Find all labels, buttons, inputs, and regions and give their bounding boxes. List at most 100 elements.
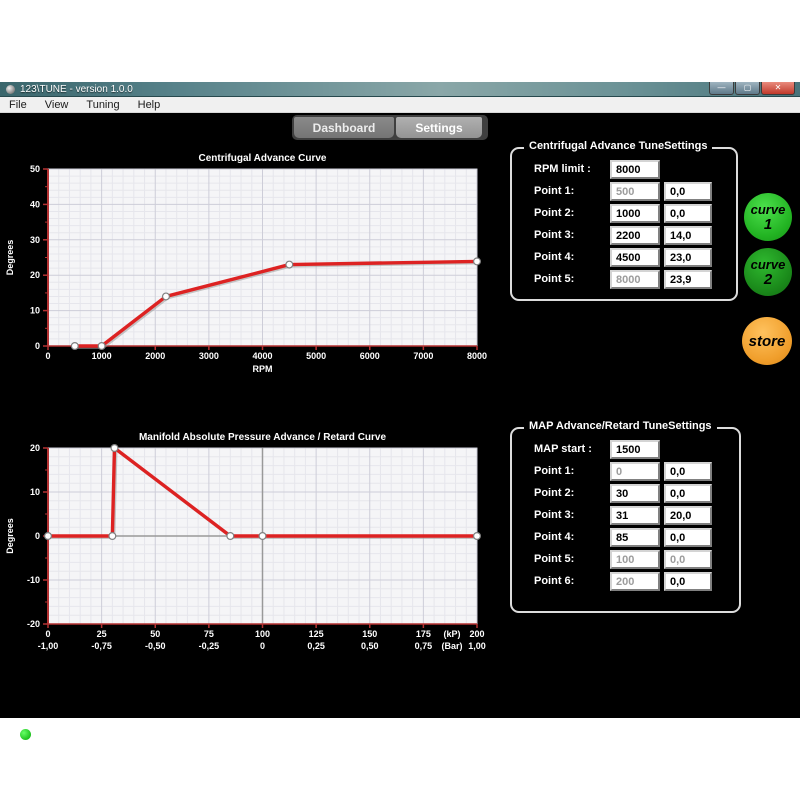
point-value-field[interactable] bbox=[664, 484, 712, 503]
curve-point[interactable] bbox=[109, 533, 116, 540]
point-value-field[interactable] bbox=[664, 572, 712, 591]
curve-point[interactable] bbox=[474, 533, 481, 540]
point-x-field[interactable] bbox=[610, 160, 660, 179]
point-value-field[interactable] bbox=[664, 248, 712, 267]
svg-text:8000: 8000 bbox=[467, 351, 487, 361]
curve-point[interactable] bbox=[286, 261, 293, 268]
svg-text:Degrees: Degrees bbox=[5, 518, 15, 554]
panel-rows: MAP start : Point 1: Point 2: Point 3: Point… bbox=[512, 439, 739, 593]
panel-title: MAP Advance/Retard TuneSettings bbox=[524, 420, 717, 432]
svg-text:Degrees: Degrees bbox=[5, 240, 15, 276]
svg-text:1000: 1000 bbox=[92, 351, 112, 361]
point-x-field[interactable] bbox=[610, 226, 660, 245]
settings-row: Point 1: bbox=[512, 181, 736, 203]
field-label: Point 5: bbox=[534, 553, 574, 565]
field-label: Point 2: bbox=[534, 487, 574, 499]
settings-row: Point 3: bbox=[512, 505, 739, 527]
svg-text:7000: 7000 bbox=[413, 351, 433, 361]
app-icon bbox=[6, 85, 15, 94]
point-value-field[interactable] bbox=[664, 506, 712, 525]
field-label: Point 5: bbox=[534, 273, 574, 285]
svg-text:125: 125 bbox=[309, 629, 324, 639]
status-message: Successfully read ignition timing 1 bbox=[0, 728, 800, 740]
svg-text:0: 0 bbox=[35, 341, 40, 351]
svg-text:40: 40 bbox=[30, 199, 40, 209]
menu-help[interactable]: Help bbox=[129, 99, 170, 111]
panel-rows: RPM limit :Point 1:Point 2:Point 3:Point… bbox=[512, 159, 736, 291]
tab-strip: Dashboard Settings bbox=[292, 115, 488, 140]
menu-tuning[interactable]: Tuning bbox=[77, 99, 128, 111]
version-label: V1.2 bbox=[752, 728, 775, 740]
point-x-field[interactable] bbox=[610, 440, 660, 459]
svg-text:10: 10 bbox=[30, 487, 40, 497]
button-label: curve bbox=[751, 203, 786, 216]
svg-text:2000: 2000 bbox=[145, 351, 165, 361]
field-label: Point 1: bbox=[534, 465, 574, 477]
settings-row: MAP start : bbox=[512, 439, 739, 461]
svg-text:50: 50 bbox=[30, 164, 40, 174]
svg-text:30: 30 bbox=[30, 235, 40, 245]
point-x-field[interactable] bbox=[610, 484, 660, 503]
point-x-field[interactable] bbox=[610, 506, 660, 525]
svg-text:75: 75 bbox=[204, 629, 214, 639]
point-value-field[interactable] bbox=[664, 182, 712, 201]
point-x-field[interactable] bbox=[610, 528, 660, 547]
point-value-field[interactable] bbox=[664, 226, 712, 245]
minimize-icon[interactable]: — bbox=[709, 82, 734, 95]
application-root: 123\TUNE - version 1.0.0 — ▢ ✕ File View… bbox=[0, 0, 800, 800]
svg-text:0,25: 0,25 bbox=[307, 641, 325, 651]
curve-point[interactable] bbox=[227, 533, 234, 540]
svg-text:100: 100 bbox=[255, 629, 270, 639]
centrifugal-tunesettings-panel: Centrifugal Advance TuneSettings RPM lim… bbox=[510, 147, 738, 301]
field-label: Point 1: bbox=[534, 185, 574, 197]
point-x-field bbox=[610, 182, 660, 201]
svg-text:Centrifugal Advance Curve: Centrifugal Advance Curve bbox=[199, 153, 327, 164]
svg-text:20: 20 bbox=[30, 270, 40, 280]
svg-text:200: 200 bbox=[469, 629, 484, 639]
point-x-field[interactable] bbox=[610, 248, 660, 267]
svg-text:4000: 4000 bbox=[252, 351, 272, 361]
svg-text:-0,25: -0,25 bbox=[199, 641, 220, 651]
svg-text:0: 0 bbox=[45, 351, 50, 361]
curve-point[interactable] bbox=[259, 533, 266, 540]
svg-text:-0,75: -0,75 bbox=[91, 641, 112, 651]
point-x-field[interactable] bbox=[610, 204, 660, 223]
curve-point[interactable] bbox=[71, 343, 78, 350]
maximize-icon[interactable]: ▢ bbox=[735, 82, 760, 95]
svg-text:10: 10 bbox=[30, 306, 40, 316]
tab-settings[interactable]: Settings bbox=[396, 117, 482, 138]
curve-point[interactable] bbox=[98, 343, 105, 350]
store-button[interactable]: store bbox=[742, 317, 792, 365]
field-label: Point 2: bbox=[534, 207, 574, 219]
curve-2-button[interactable]: curve 2 bbox=[744, 248, 792, 296]
app-window: 123\TUNE - version 1.0.0 — ▢ ✕ File View… bbox=[0, 82, 800, 718]
curve-point[interactable] bbox=[111, 445, 118, 452]
centrifugal-advance-chart: 0102030405001000200030004000500060007000… bbox=[0, 141, 500, 396]
svg-text:0,75: 0,75 bbox=[415, 641, 433, 651]
svg-text:0,50: 0,50 bbox=[361, 641, 379, 651]
point-value-field[interactable] bbox=[664, 528, 712, 547]
curve-point[interactable] bbox=[45, 533, 52, 540]
menu-view[interactable]: View bbox=[36, 99, 78, 111]
settings-row: Point 2: bbox=[512, 203, 736, 225]
field-label: Point 6: bbox=[534, 575, 574, 587]
panel-title: Centrifugal Advance TuneSettings bbox=[524, 140, 712, 152]
main-content: Dashboard Settings 010203040500100020003… bbox=[0, 113, 800, 718]
settings-row: Point 1: bbox=[512, 461, 739, 483]
menu-file[interactable]: File bbox=[0, 99, 36, 111]
svg-text:1,00: 1,00 bbox=[468, 641, 486, 651]
curve-1-button[interactable]: curve 1 bbox=[744, 193, 792, 241]
point-value-field bbox=[664, 550, 712, 569]
point-value-field[interactable] bbox=[664, 462, 712, 481]
field-label: MAP start : bbox=[534, 443, 592, 455]
point-value-field[interactable] bbox=[664, 270, 712, 289]
curve-point[interactable] bbox=[474, 258, 481, 265]
tab-dashboard[interactable]: Dashboard bbox=[294, 117, 394, 138]
settings-row: Point 3: bbox=[512, 225, 736, 247]
button-label: 2 bbox=[764, 272, 772, 287]
field-label: Point 4: bbox=[534, 251, 574, 263]
curve-point[interactable] bbox=[163, 293, 170, 300]
close-icon[interactable]: ✕ bbox=[761, 82, 795, 95]
point-value-field[interactable] bbox=[664, 204, 712, 223]
field-label: Point 3: bbox=[534, 229, 574, 241]
